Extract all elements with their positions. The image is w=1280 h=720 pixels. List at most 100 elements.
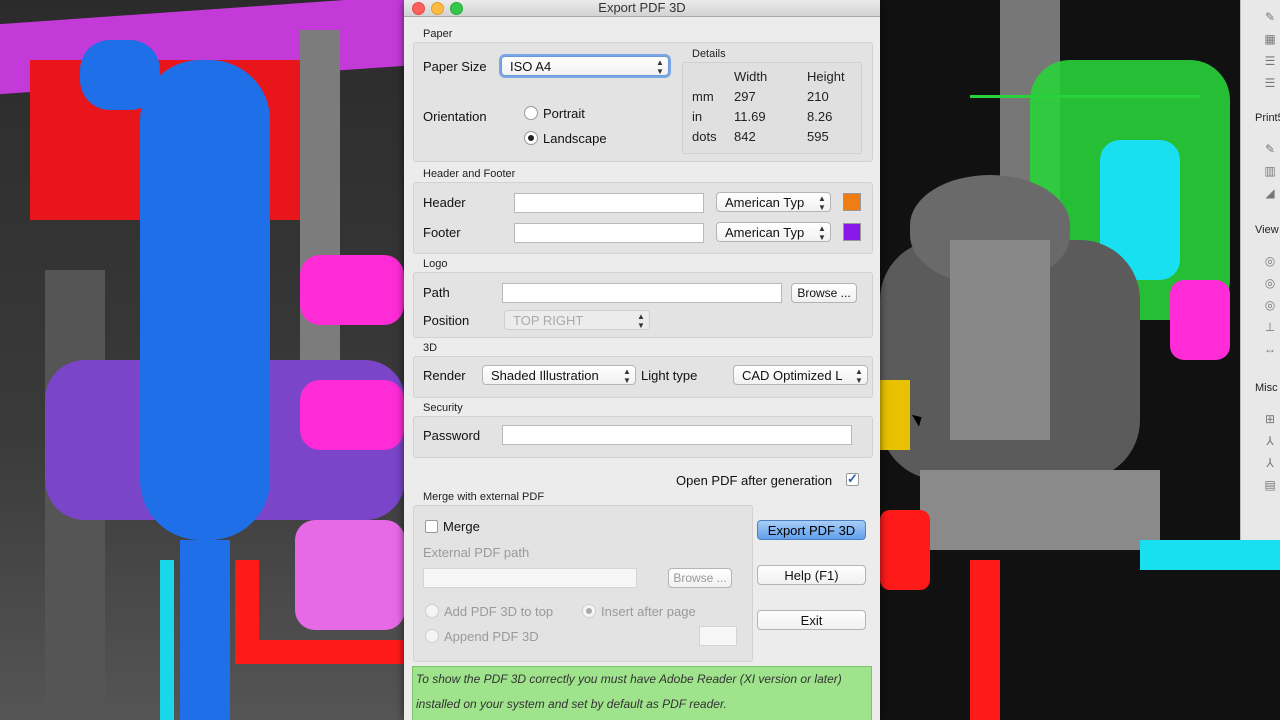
gray-cylinder [950,240,1050,440]
footer-font-select[interactable]: American Typ ▲ ▼ [716,222,831,242]
notice-line-2: installed on your system and set by defa… [416,697,727,711]
tool-side-panel: ✎ ▦ ☰ ☰ Print5 ✎ ▥ ◢ View ◎ ◎ ◎ ⊥ ↔ Misc… [1240,0,1280,540]
insert-after-page-radio[interactable] [582,604,596,618]
updown-arrows-icon: ▲ ▼ [637,312,645,330]
view-icon-2[interactable]: ◎ [1263,276,1277,290]
logo-position-select[interactable]: TOP RIGHT ▲ ▼ [504,310,650,330]
close-window-button[interactable] [412,2,425,15]
header-label: Header [423,195,466,210]
append-radio[interactable] [425,629,439,643]
cyan-pipe [160,560,174,720]
footer-label: Footer [423,225,461,240]
magenta-nozzle-2 [300,380,404,450]
misc-icon-2[interactable]: ⅄ [1263,434,1277,448]
add-to-top-radio[interactable] [425,604,439,618]
cyan-pipe-right [1140,540,1280,570]
gray-base [920,470,1160,550]
blue-vessel [140,60,270,540]
header-font-value: American Typ [725,195,805,210]
paper-size-label: Paper Size [423,59,487,74]
view-icon-4[interactable]: ⊥ [1263,320,1277,334]
append-label[interactable]: Append PDF 3D [444,629,539,644]
view-icon-3[interactable]: ◎ [1263,298,1277,312]
header-input[interactable] [514,193,704,213]
magenta-right [1170,280,1230,360]
print-icon-2[interactable]: ▥ [1263,164,1277,178]
details-unit: mm [692,89,714,104]
details-table: Width Height mm 297 210 in 11.69 8.26 do… [682,62,862,154]
password-input[interactable] [502,425,852,445]
logo-position-label: Position [423,313,470,328]
zoom-window-button[interactable] [450,2,463,15]
light-type-value: CAD Optimized L [742,368,843,383]
details-width-value: 842 [734,129,756,144]
tool-icon-4[interactable]: ☰ [1263,76,1277,90]
render-select[interactable]: Shaded Illustration ▲ ▼ [482,365,636,385]
insert-after-page-label[interactable]: Insert after page [601,604,696,619]
view-icon-5[interactable]: ↔ [1263,342,1277,356]
green-line [970,95,1200,98]
logo-position-value: TOP RIGHT [513,313,584,328]
misc-icon-4[interactable]: ▤ [1263,478,1277,492]
logo-path-input[interactable] [502,283,782,303]
footer-input[interactable] [514,223,704,243]
header-font-select[interactable]: American Typ ▲ ▼ [716,192,831,212]
merge-section-label: Merge with external PDF [423,491,545,503]
side-label-print: Print5 [1255,112,1280,124]
security-section-label: Security [423,402,463,414]
export-pdf-3d-dialog: Export PDF 3D Paper Paper Size ISO A4 ▲ ▼… [404,0,880,720]
view-icon-1[interactable]: ◎ [1263,254,1277,268]
logo-browse-button[interactable]: Browse ... [791,283,857,303]
red-pipe-vertical [235,560,259,660]
notice-line-1: To show the PDF 3D correctly you must ha… [416,672,842,686]
render-label: Render [423,368,466,383]
add-to-top-label[interactable]: Add PDF 3D to top [444,604,553,619]
page-number-input[interactable] [699,626,737,646]
minimize-window-button[interactable] [431,2,444,15]
tool-icon-3[interactable]: ☰ [1263,54,1277,68]
external-pdf-path-label: External PDF path [423,545,530,560]
details-height-value: 595 [807,129,829,144]
logo-path-label: Path [423,285,450,300]
merge-label[interactable]: Merge [443,519,480,534]
details-unit: in [692,109,703,124]
exit-button[interactable]: Exit [757,610,866,630]
adobe-reader-notice: To show the PDF 3D correctly you must ha… [412,666,872,720]
external-pdf-path-input[interactable] [423,568,637,588]
viewport-left [0,0,404,720]
updown-arrows-icon: ▲ ▼ [818,224,826,242]
footer-color-swatch[interactable] [843,223,861,241]
render-value: Shaded Illustration [491,368,599,383]
paper-size-select[interactable]: ISO A4 ▲ ▼ [501,56,669,76]
open-pdf-after-checkbox[interactable]: ✓ [846,472,859,486]
open-pdf-after-label[interactable]: Open PDF after generation [676,473,832,488]
details-width-value: 11.69 [734,109,766,124]
merge-checkbox[interactable] [425,520,438,533]
export-pdf-3d-button[interactable]: Export PDF 3D [757,520,866,540]
portrait-label[interactable]: Portrait [543,106,585,121]
landscape-radio[interactable] [524,131,538,145]
tool-icon-2[interactable]: ▦ [1263,32,1277,46]
side-label-view: View [1255,224,1279,236]
tool-icon-1[interactable]: ✎ [1263,10,1277,24]
print-icon-1[interactable]: ✎ [1263,142,1277,156]
side-label-misc: Misc [1255,382,1278,394]
misc-icon-3[interactable]: ⅄ [1263,456,1277,470]
header-color-swatch[interactable] [843,193,861,211]
paper-section-label: Paper [423,28,453,40]
landscape-label[interactable]: Landscape [543,131,607,146]
red-valve-right [880,510,930,590]
blue-nozzle [80,40,160,110]
details-height-value: 8.26 [807,109,833,124]
updown-arrows-icon: ▲ ▼ [855,367,863,385]
details-col-height: Height [807,69,845,84]
portrait-radio[interactable] [524,106,538,120]
viewport-right [880,0,1280,720]
print-icon-3[interactable]: ◢ [1263,186,1277,200]
light-type-select[interactable]: CAD Optimized L ▲ ▼ [733,365,868,385]
details-col-width: Width [734,69,768,84]
footer-font-value: American Typ [725,225,805,240]
help-button[interactable]: Help (F1) [757,565,866,585]
external-browse-button[interactable]: Browse ... [668,568,732,588]
misc-icon-1[interactable]: ⊞ [1263,412,1277,426]
